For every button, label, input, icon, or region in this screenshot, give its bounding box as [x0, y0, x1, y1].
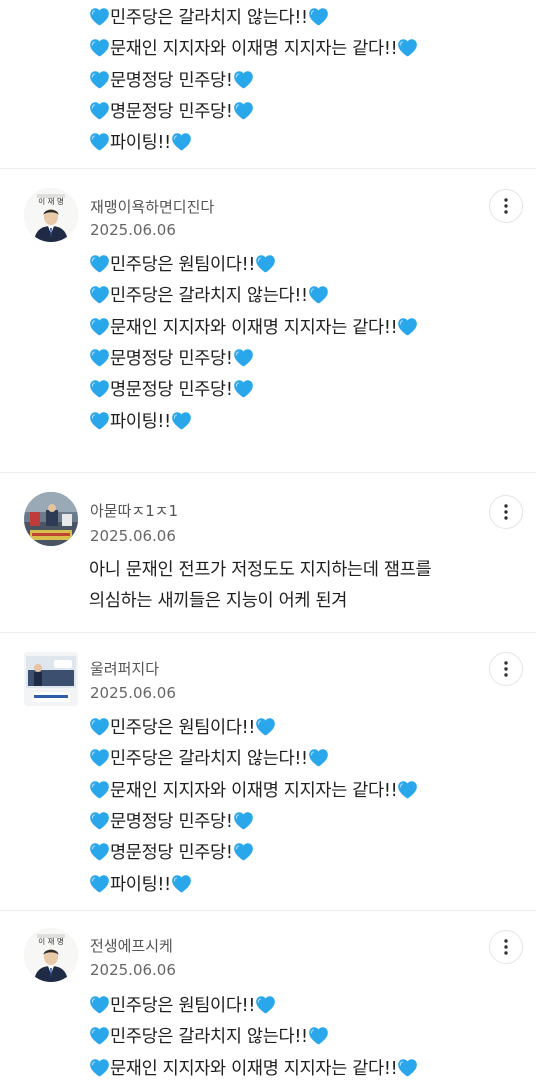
- comment-line: 민주당은 갈라치지 않는다!!: [89, 1, 418, 32]
- blue-heart-icon: [171, 132, 192, 151]
- blue-heart-icon: [89, 7, 110, 26]
- blue-heart-icon: [89, 995, 110, 1014]
- comment-line: 문명정당 민주당!: [89, 805, 418, 836]
- blue-heart-icon: [89, 717, 110, 736]
- comment-body: 민주당은 갈라치지 않는다!! 문재인 지지자와 이재명 지지자는 같다!! 문…: [89, 1, 418, 157]
- blue-heart-icon: [89, 101, 110, 120]
- comment-line: 명문정당 민주당!: [89, 373, 418, 404]
- avatar[interactable]: 이 재 명: [24, 928, 78, 982]
- more-options-button[interactable]: [489, 495, 523, 529]
- blue-heart-icon: [89, 70, 110, 89]
- comment-username[interactable]: 울려퍼지다: [90, 658, 159, 679]
- comment-line: 아니 문재인 전프가 저정도도 지지하는데 잼프를: [89, 560, 432, 580]
- comment-line: 의심하는 새끼들은 지능이 어케 된겨: [89, 591, 348, 611]
- comment-body: 민주당은 원팀이다!! 민주당은 갈라치지 않는다!! 문재인 지지자와 이재명…: [89, 248, 418, 436]
- blue-heart-icon: [89, 748, 110, 767]
- blue-heart-icon: [397, 317, 418, 336]
- blue-heart-icon: [233, 811, 254, 830]
- more-options-button[interactable]: [489, 930, 523, 964]
- blue-heart-icon: [171, 411, 192, 430]
- comment-line: 문재인 지지자와 이재명 지지자는 같다!!: [89, 774, 418, 805]
- comment-line: 문재인 지지자와 이재명 지지자는 같다!!: [89, 311, 418, 342]
- comment-body: 아니 문재인 전프가 저정도도 지지하는데 잼프를 의심하는 새끼들은 지능이 …: [89, 555, 432, 617]
- blue-heart-icon: [89, 285, 110, 304]
- avatar[interactable]: [24, 492, 78, 546]
- blue-heart-icon: [89, 874, 110, 893]
- blue-heart-icon: [89, 254, 110, 273]
- comment-line: 민주당은 갈라치지 않는다!!: [89, 742, 418, 773]
- blue-heart-icon: [89, 132, 110, 151]
- blue-heart-icon: [89, 1026, 110, 1045]
- blue-heart-icon: [308, 1026, 329, 1045]
- comment-date: 2025.06.06: [90, 961, 176, 979]
- comment-line: 파이팅!!: [89, 126, 418, 157]
- blue-heart-icon: [397, 780, 418, 799]
- blue-heart-icon: [308, 748, 329, 767]
- avatar-caption: 이 재 명: [38, 196, 63, 206]
- comment-line: 문재인 지지자와 이재명 지지자는 같다!!: [89, 1052, 418, 1083]
- avatar[interactable]: [24, 652, 78, 706]
- blue-heart-icon: [233, 842, 254, 861]
- blue-heart-icon: [89, 38, 110, 57]
- more-vertical-icon: [504, 661, 508, 677]
- comment-date: 2025.06.06: [90, 684, 176, 702]
- divider: [0, 472, 536, 473]
- blue-heart-icon: [233, 70, 254, 89]
- blue-heart-icon: [171, 874, 192, 893]
- more-options-button[interactable]: [489, 652, 523, 686]
- blue-heart-icon: [89, 1058, 110, 1077]
- comment-line: 파이팅!!: [89, 867, 418, 898]
- comment-line: 명문정당 민주당!: [89, 95, 418, 126]
- blue-heart-icon: [233, 348, 254, 367]
- comment-line: 문재인 지지자와 이재명 지지자는 같다!!: [89, 32, 418, 63]
- comment-body: 민주당은 원팀이다!! 민주당은 갈라치지 않는다!! 문재인 지지자와 이재명…: [89, 711, 418, 899]
- comment-line: 민주당은 원팀이다!!: [89, 989, 418, 1020]
- blue-heart-icon: [308, 285, 329, 304]
- avatar[interactable]: 이 재 명: [24, 188, 78, 242]
- comment-line: 민주당은 갈라치지 않는다!!: [89, 279, 418, 310]
- comment-line: 민주당은 갈라치지 않는다!!: [89, 1020, 418, 1051]
- blue-heart-icon: [89, 379, 110, 398]
- comment-body: 민주당은 원팀이다!! 민주당은 갈라치지 않는다!! 문재인 지지자와 이재명…: [89, 989, 418, 1083]
- blue-heart-icon: [255, 995, 276, 1014]
- comment-username[interactable]: 아묻따ㅈ1ㅈ1: [90, 500, 178, 521]
- comment-username[interactable]: 재맹이욕하면디진다: [90, 196, 214, 217]
- comment-line: 명문정당 민주당!: [89, 836, 418, 867]
- comment-line: 파이팅!!: [89, 404, 418, 435]
- comment-line: 문명정당 민주당!: [89, 342, 418, 373]
- blue-heart-icon: [89, 811, 110, 830]
- blue-heart-icon: [89, 411, 110, 430]
- blue-heart-icon: [308, 7, 329, 26]
- comment-line: 민주당은 원팀이다!!: [89, 711, 418, 742]
- comment-username[interactable]: 전생에프시케: [90, 935, 173, 956]
- more-vertical-icon: [504, 939, 508, 955]
- blue-heart-icon: [255, 254, 276, 273]
- divider: [0, 632, 536, 633]
- blue-heart-icon: [397, 1058, 418, 1077]
- avatar-caption: 이 재 명: [38, 936, 63, 946]
- blue-heart-icon: [255, 717, 276, 736]
- comment-line: 문명정당 민주당!: [89, 64, 418, 95]
- blue-heart-icon: [89, 348, 110, 367]
- comment-line: 민주당은 원팀이다!!: [89, 248, 418, 279]
- blue-heart-icon: [233, 101, 254, 120]
- more-vertical-icon: [504, 198, 508, 214]
- more-options-button[interactable]: [489, 189, 523, 223]
- blue-heart-icon: [89, 842, 110, 861]
- comment-date: 2025.06.06: [90, 527, 176, 545]
- blue-heart-icon: [89, 317, 110, 336]
- blue-heart-icon: [89, 780, 110, 799]
- divider: [0, 168, 536, 169]
- comment-date: 2025.06.06: [90, 221, 176, 239]
- more-vertical-icon: [504, 504, 508, 520]
- divider: [0, 910, 536, 911]
- blue-heart-icon: [233, 379, 254, 398]
- blue-heart-icon: [397, 38, 418, 57]
